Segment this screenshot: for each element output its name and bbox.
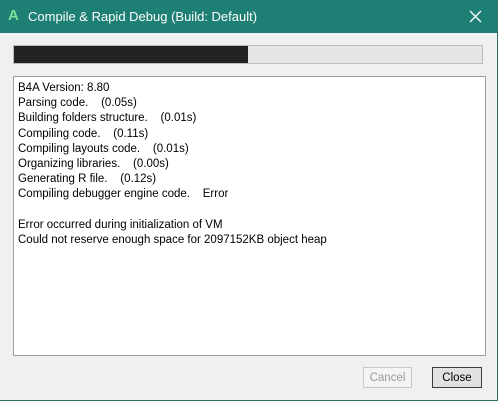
- log-line: Organizing libraries. (0.00s): [18, 157, 169, 170]
- close-button[interactable]: Close: [432, 367, 482, 388]
- close-icon[interactable]: [453, 0, 497, 33]
- b4a-app-icon: A: [8, 7, 19, 24]
- log-line: Generating R file. (0.12s): [18, 173, 157, 186]
- log-line: Parsing code. (0.05s): [18, 97, 137, 110]
- compile-log-textarea[interactable]: B4A Version: 8.80 Parsing code. (0.05s) …: [13, 76, 486, 356]
- log-line: Compiling debugger engine code. Error: [18, 188, 229, 201]
- progress-bar-fill: [14, 46, 248, 63]
- compile-dialog: A Compile & Rapid Debug (Build: Default)…: [0, 0, 498, 401]
- log-line: Compiling code. (0.11s): [18, 127, 149, 140]
- log-line: B4A Version: 8.80: [18, 82, 110, 94]
- progress-bar: [13, 45, 483, 64]
- log-line: Building folders structure. (0.01s): [18, 112, 197, 125]
- window-title: Compile & Rapid Debug (Build: Default): [28, 9, 258, 24]
- title-bar[interactable]: A Compile & Rapid Debug (Build: Default): [0, 0, 497, 33]
- log-line: Compiling layouts code. (0.01s): [18, 142, 189, 155]
- log-line: Could not reserve enough space for 20971…: [18, 233, 327, 246]
- log-line: Error occurred during initialization of …: [18, 218, 223, 231]
- cancel-button[interactable]: Cancel: [363, 367, 412, 388]
